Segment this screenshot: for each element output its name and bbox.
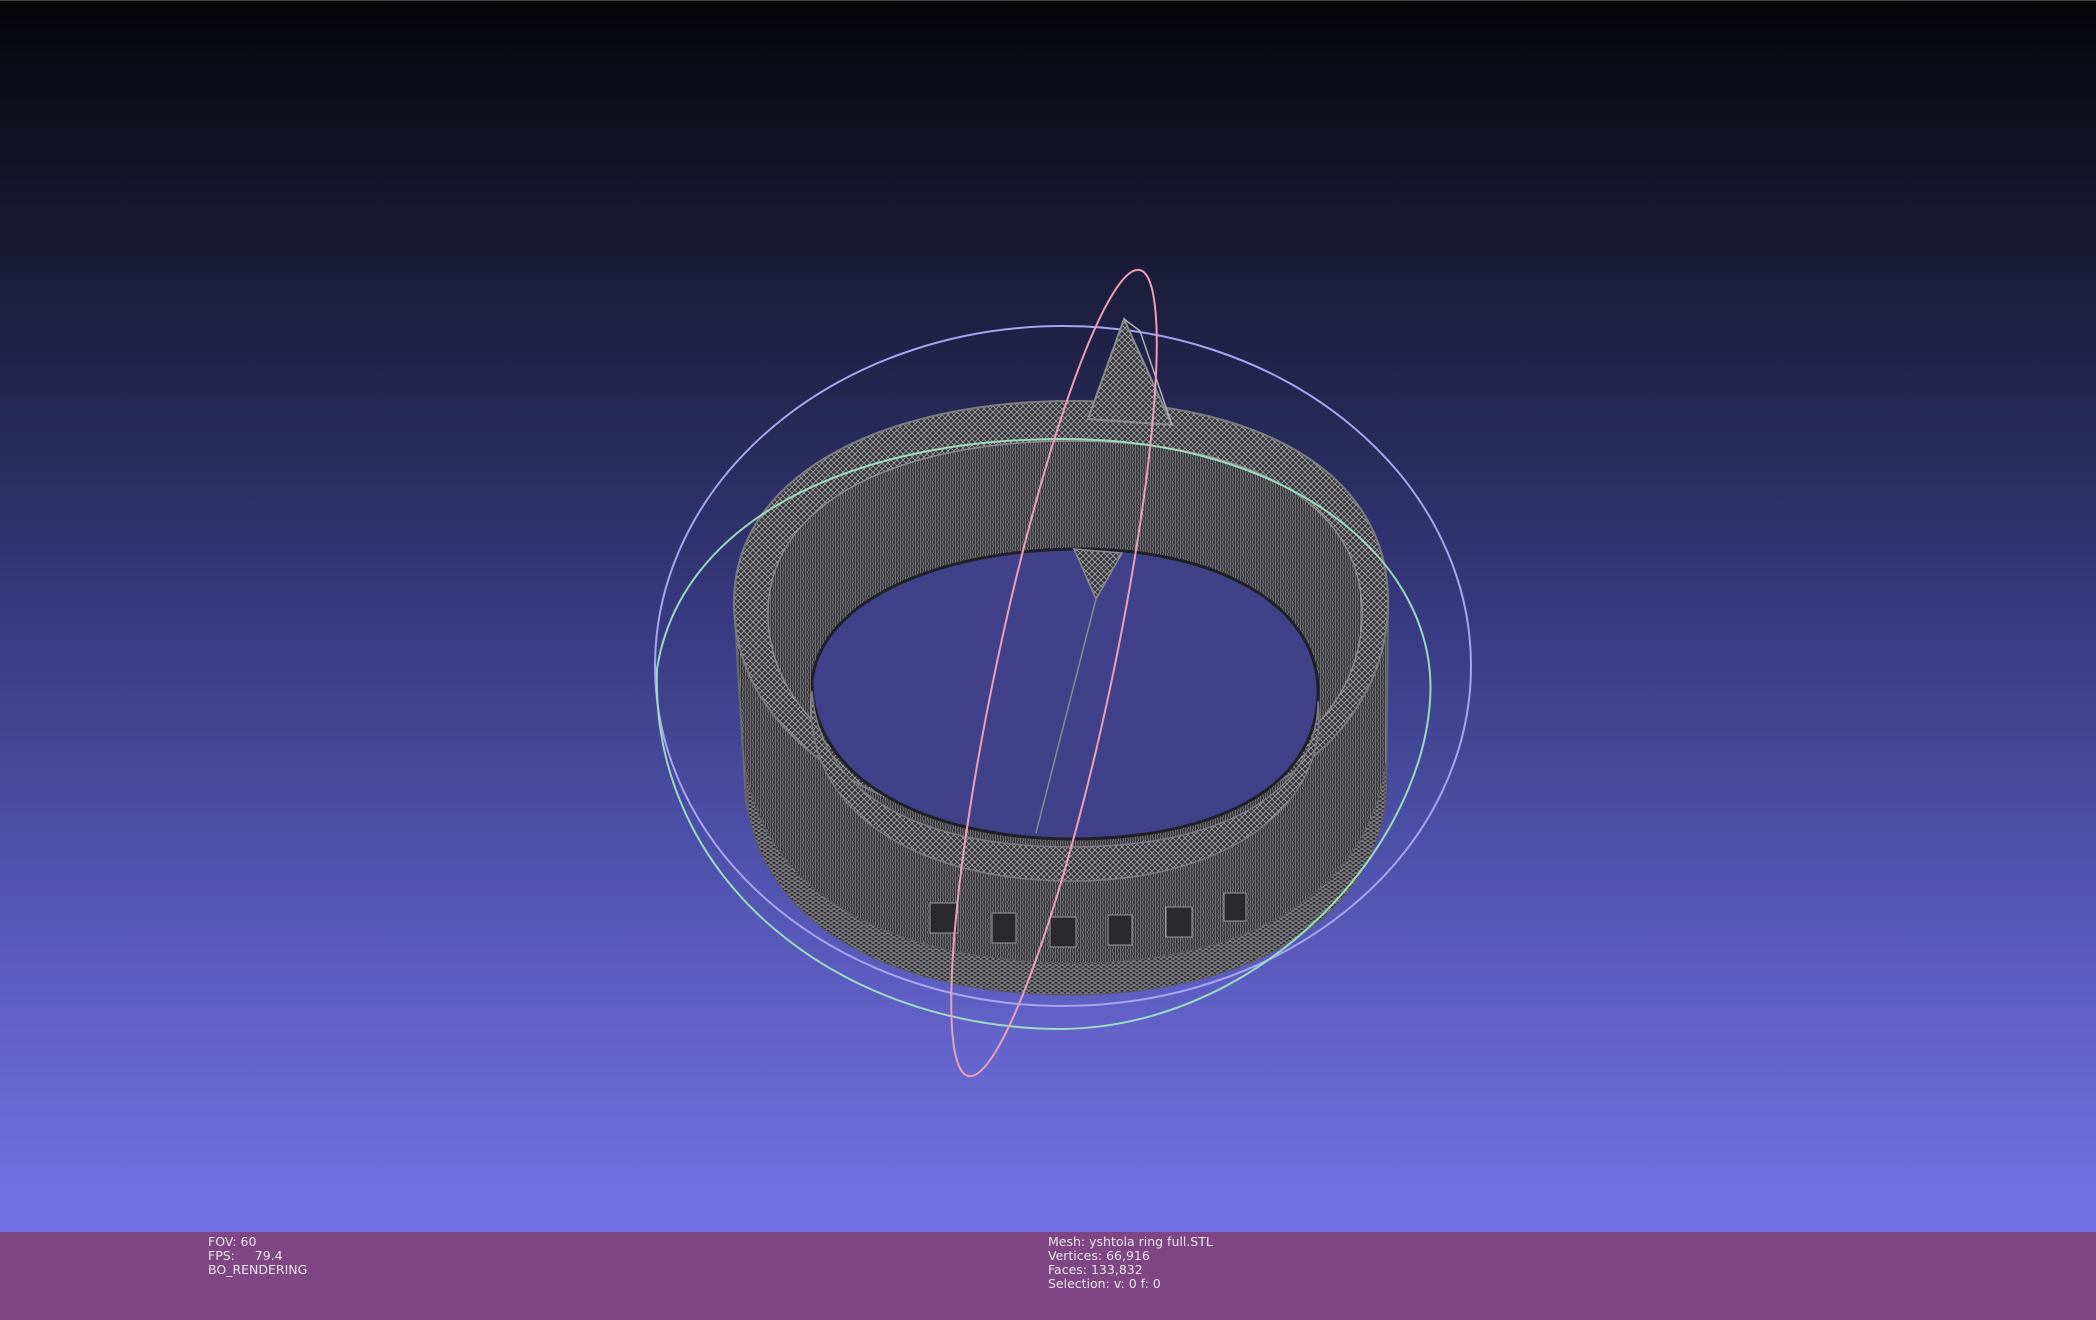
selection-label: Selection: bbox=[1048, 1276, 1110, 1291]
mesh-name: yshtola ring full.STL bbox=[1089, 1234, 1213, 1249]
fps-label: FPS: bbox=[208, 1248, 235, 1263]
fov-label: FOV: bbox=[208, 1234, 237, 1249]
mesh-info: Mesh: yshtola ring full.STL Vertices: 66… bbox=[1048, 1235, 1213, 1291]
3d-viewport[interactable] bbox=[0, 0, 2096, 1232]
scene-canvas[interactable] bbox=[0, 1, 2096, 1232]
vertices-label: Vertices: bbox=[1048, 1248, 1103, 1263]
faces-count: 133,832 bbox=[1090, 1262, 1143, 1277]
info-bar: FOV: 60 FPS: 79.4 BO_RENDERING Mesh: ysh… bbox=[0, 1232, 2096, 1320]
render-mode: BO_RENDERING bbox=[208, 1262, 308, 1277]
fps-value: 79.4 bbox=[254, 1248, 283, 1263]
faces-label: Faces: bbox=[1048, 1262, 1087, 1277]
selection-value: v: 0 f: 0 bbox=[1113, 1276, 1161, 1291]
mesh-label: Mesh: bbox=[1048, 1234, 1086, 1249]
fov-value: 60 bbox=[240, 1234, 257, 1249]
render-info: FOV: 60 FPS: 79.4 BO_RENDERING bbox=[208, 1235, 307, 1277]
vertices-count: 66,916 bbox=[1106, 1248, 1150, 1263]
